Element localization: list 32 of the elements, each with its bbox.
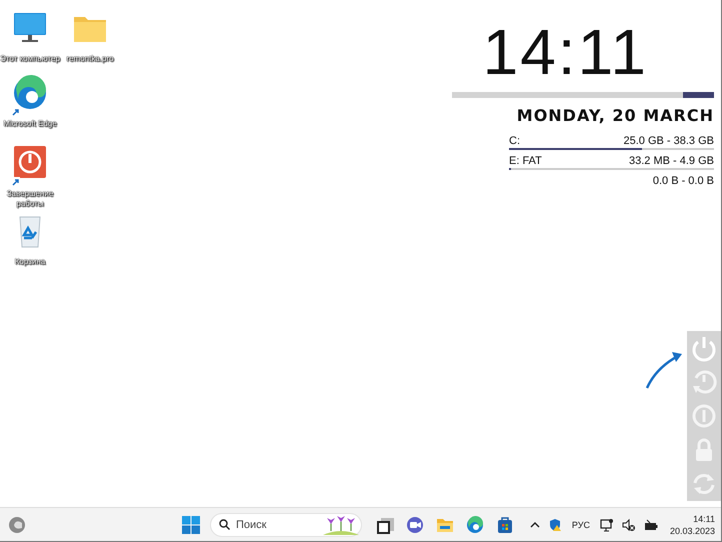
date-text: MONDAY, 20 MARCH bbox=[516, 106, 714, 125]
clock-date[interactable]: 20.03.2023 bbox=[670, 524, 715, 536]
start-button[interactable] bbox=[182, 516, 200, 534]
search-icon bbox=[219, 519, 230, 530]
language-indicator[interactable]: РУС bbox=[572, 520, 590, 530]
shopping-bag-icon[interactable] bbox=[496, 516, 514, 534]
battery-icon[interactable] bbox=[644, 518, 658, 532]
drive-usage: 25.0 GB - 38.3 GB bbox=[624, 134, 714, 148]
flowers-drawing bbox=[323, 514, 359, 534]
drive-usage: 0.0 B - 0.0 B bbox=[652, 174, 714, 188]
restart-icon[interactable] bbox=[690, 368, 718, 396]
drive-label: E: FAT bbox=[509, 154, 542, 168]
search-bar[interactable]: Поиск bbox=[210, 512, 362, 536]
swirl-logo-icon[interactable] bbox=[466, 516, 484, 534]
widgets-icon[interactable] bbox=[8, 516, 26, 534]
monitor-icon[interactable] bbox=[600, 518, 614, 532]
icon-label[interactable]: remontka.pro bbox=[66, 54, 114, 64]
drive-usage: 33.2 MB - 4.9 GB bbox=[629, 154, 714, 168]
curved-arrow bbox=[646, 352, 682, 389]
drive-label: C: bbox=[509, 134, 520, 148]
shield-warning-icon[interactable] bbox=[548, 518, 562, 532]
icon-label[interactable]: Этот компьютер bbox=[0, 54, 60, 64]
search-input[interactable]: Поиск bbox=[236, 518, 306, 530]
video-chat-icon[interactable] bbox=[406, 516, 424, 534]
speaker-muted-icon[interactable] bbox=[622, 518, 636, 532]
icon-label[interactable]: Завершение работы bbox=[0, 189, 60, 209]
clock-time: 14:11 bbox=[482, 15, 649, 90]
chevron-up-icon[interactable] bbox=[530, 520, 540, 528]
icon-label[interactable]: Microsoft Edge bbox=[3, 119, 57, 129]
window-stack-icon[interactable] bbox=[376, 516, 394, 534]
icon-label[interactable]: Корзина bbox=[14, 257, 46, 267]
clock-time[interactable]: 14:11 bbox=[693, 512, 715, 524]
